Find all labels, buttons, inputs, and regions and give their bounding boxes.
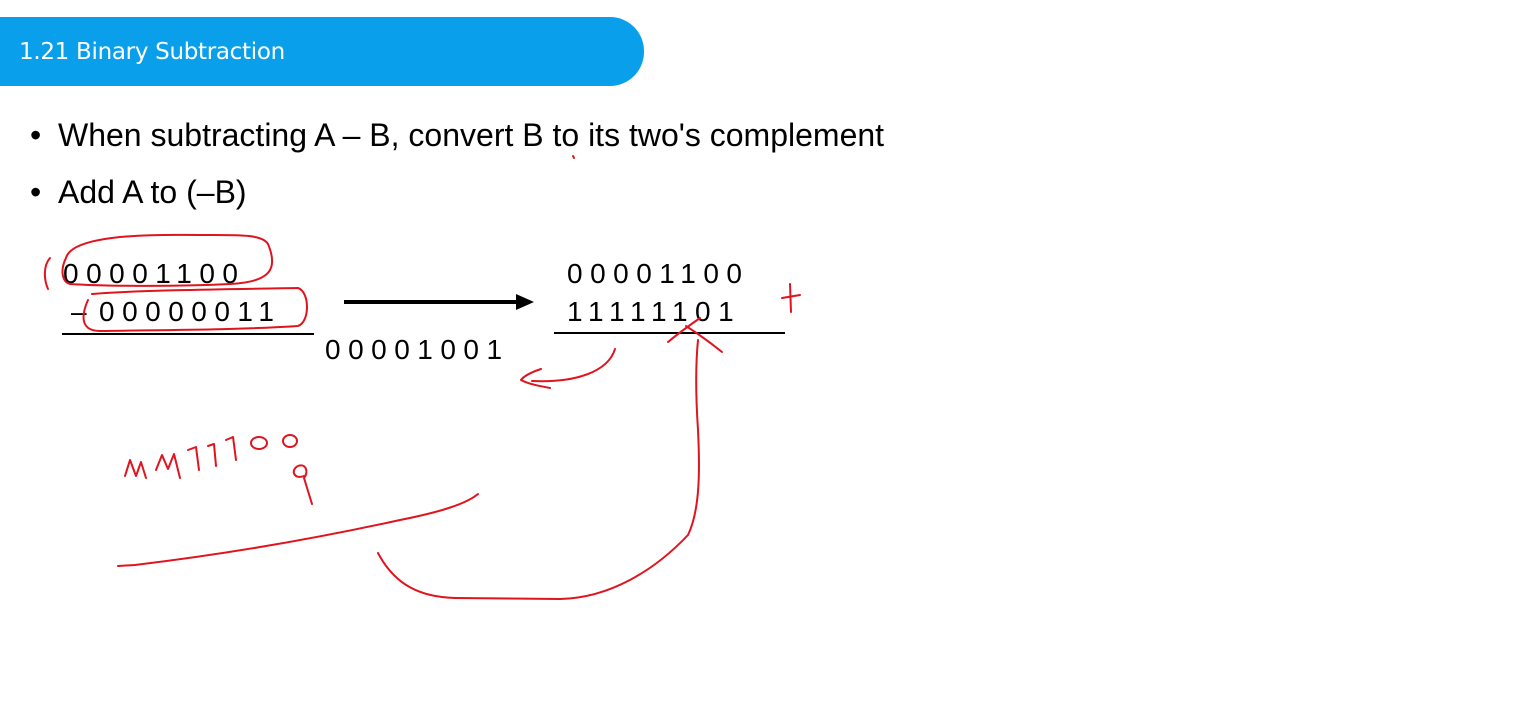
ink-note-nine	[292, 464, 313, 505]
ink-small-tick	[572, 155, 575, 159]
ink-annotations	[43, 155, 801, 600]
ink-arrowhead-left	[520, 368, 551, 389]
ink-circle-b	[82, 287, 308, 332]
ink-circle-a	[61, 233, 274, 287]
ink-note-digits	[124, 436, 237, 479]
ink-bracket	[43, 257, 51, 290]
ink-cross-mark	[667, 317, 723, 353]
ink-note-zero-1	[250, 436, 268, 450]
ink-long-loop	[377, 339, 700, 600]
ink-plus-icon	[781, 283, 801, 313]
diagram-overlay	[43, 155, 801, 600]
right-arrow-icon	[344, 294, 534, 310]
ink-note-zero-2	[282, 434, 298, 448]
ink-curved-arrow-left	[531, 348, 616, 383]
ink-long-line	[117, 493, 479, 567]
